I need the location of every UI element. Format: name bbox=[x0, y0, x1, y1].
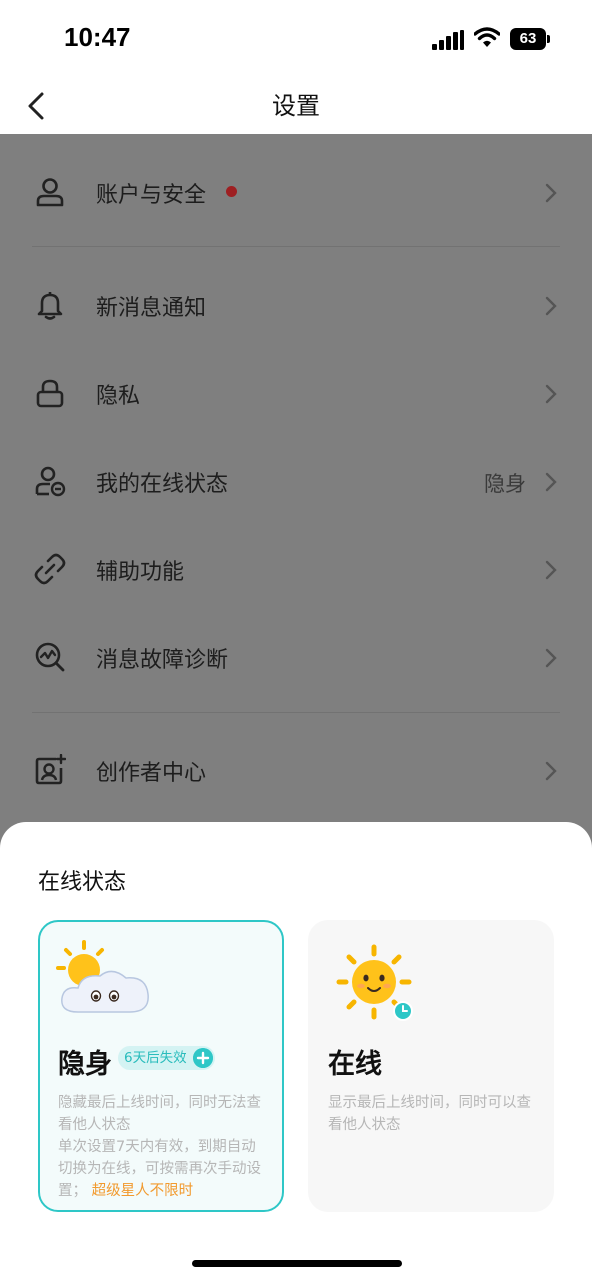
chevron-right-icon bbox=[545, 648, 557, 668]
settings-item-online-status[interactable]: 我的在线状态 隐身 bbox=[0, 437, 592, 525]
user-icon bbox=[36, 178, 64, 207]
settings-item-account-security[interactable]: 账户与安全 bbox=[0, 148, 592, 236]
home-indicator bbox=[192, 1260, 402, 1267]
status-option-invisible[interactable]: 隐身 6天后失效 隐藏最后上线时间，同时无法查看他人状态 单次设置7天内有效，到… bbox=[38, 920, 284, 1212]
status-option-description: 显示最后上线时间，同时可以查看他人状态 bbox=[328, 1095, 531, 1133]
status-option-online[interactable]: 在线 显示最后上线时间，同时可以查看他人状态 bbox=[308, 920, 554, 1212]
bell-icon bbox=[37, 292, 63, 320]
chevron-right-icon bbox=[545, 761, 557, 781]
super-member-note: 超级星人不限时 bbox=[91, 1183, 194, 1199]
settings-item-creator-center[interactable]: 创作者中心 bbox=[0, 726, 592, 814]
status-time: 10:47 bbox=[64, 22, 131, 52]
online-status-value: 隐身 bbox=[484, 472, 526, 496]
settings-item-accessibility[interactable]: 辅助功能 bbox=[0, 525, 592, 613]
lock-icon bbox=[36, 379, 64, 408]
battery-level: 63 bbox=[519, 30, 537, 47]
battery-icon: 63 bbox=[510, 28, 550, 50]
chevron-right-icon bbox=[545, 183, 557, 203]
nav-bar: 设置 bbox=[0, 80, 592, 134]
settings-item-diagnostics[interactable]: 消息故障诊断 bbox=[0, 613, 592, 701]
divider bbox=[32, 712, 560, 713]
status-bar: 10:47 63 bbox=[0, 0, 592, 80]
sheet-title: 在线状态 bbox=[38, 870, 127, 895]
settings-item-label: 创作者中心 bbox=[96, 761, 207, 786]
page-title: 设置 bbox=[272, 92, 320, 120]
plus-icon[interactable] bbox=[192, 1048, 213, 1068]
settings-item-label: 隐私 bbox=[96, 384, 141, 409]
settings-item-label: 新消息通知 bbox=[96, 296, 207, 321]
sun-emoji bbox=[336, 944, 413, 1021]
online-status-sheet: 在线状态 隐身 6天后失效 隐藏最后上线时间，同时无法查看他人状态 单次设置7天… bbox=[0, 822, 592, 1280]
expiry-badge: 6天后失效 bbox=[118, 1046, 215, 1070]
wifi-icon bbox=[474, 27, 500, 47]
settings-item-notifications[interactable]: 新消息通知 bbox=[0, 261, 592, 349]
creator-icon bbox=[35, 754, 66, 785]
expiry-badge-label: 6天后失效 bbox=[124, 1050, 187, 1066]
link-icon bbox=[34, 553, 66, 585]
divider bbox=[32, 246, 560, 247]
diagnose-icon bbox=[35, 642, 65, 672]
chevron-right-icon bbox=[545, 472, 557, 492]
cloud-sun-emoji bbox=[56, 940, 149, 1013]
settings-item-label: 我的在线状态 bbox=[96, 472, 229, 497]
status-option-title: 在线 bbox=[328, 1049, 382, 1080]
cellular-signal-icon bbox=[432, 30, 464, 50]
status-option-description: 隐藏最后上线时间，同时无法查看他人状态 单次设置7天内有效，到期自动切换为在线，… bbox=[58, 1092, 270, 1202]
settings-item-label: 辅助功能 bbox=[96, 560, 185, 585]
settings-item-privacy[interactable]: 隐私 bbox=[0, 349, 592, 437]
user-status-icon bbox=[35, 466, 66, 497]
status-option-title: 隐身 bbox=[58, 1049, 112, 1080]
chevron-right-icon bbox=[545, 384, 557, 404]
desc-line: 隐藏最后上线时间，同时无法查看他人状态 bbox=[58, 1095, 261, 1133]
chevron-right-icon bbox=[545, 296, 557, 316]
settings-item-label: 消息故障诊断 bbox=[96, 648, 229, 673]
notification-dot bbox=[226, 186, 237, 197]
chevron-right-icon bbox=[545, 560, 557, 580]
settings-item-label: 账户与安全 bbox=[96, 183, 207, 208]
